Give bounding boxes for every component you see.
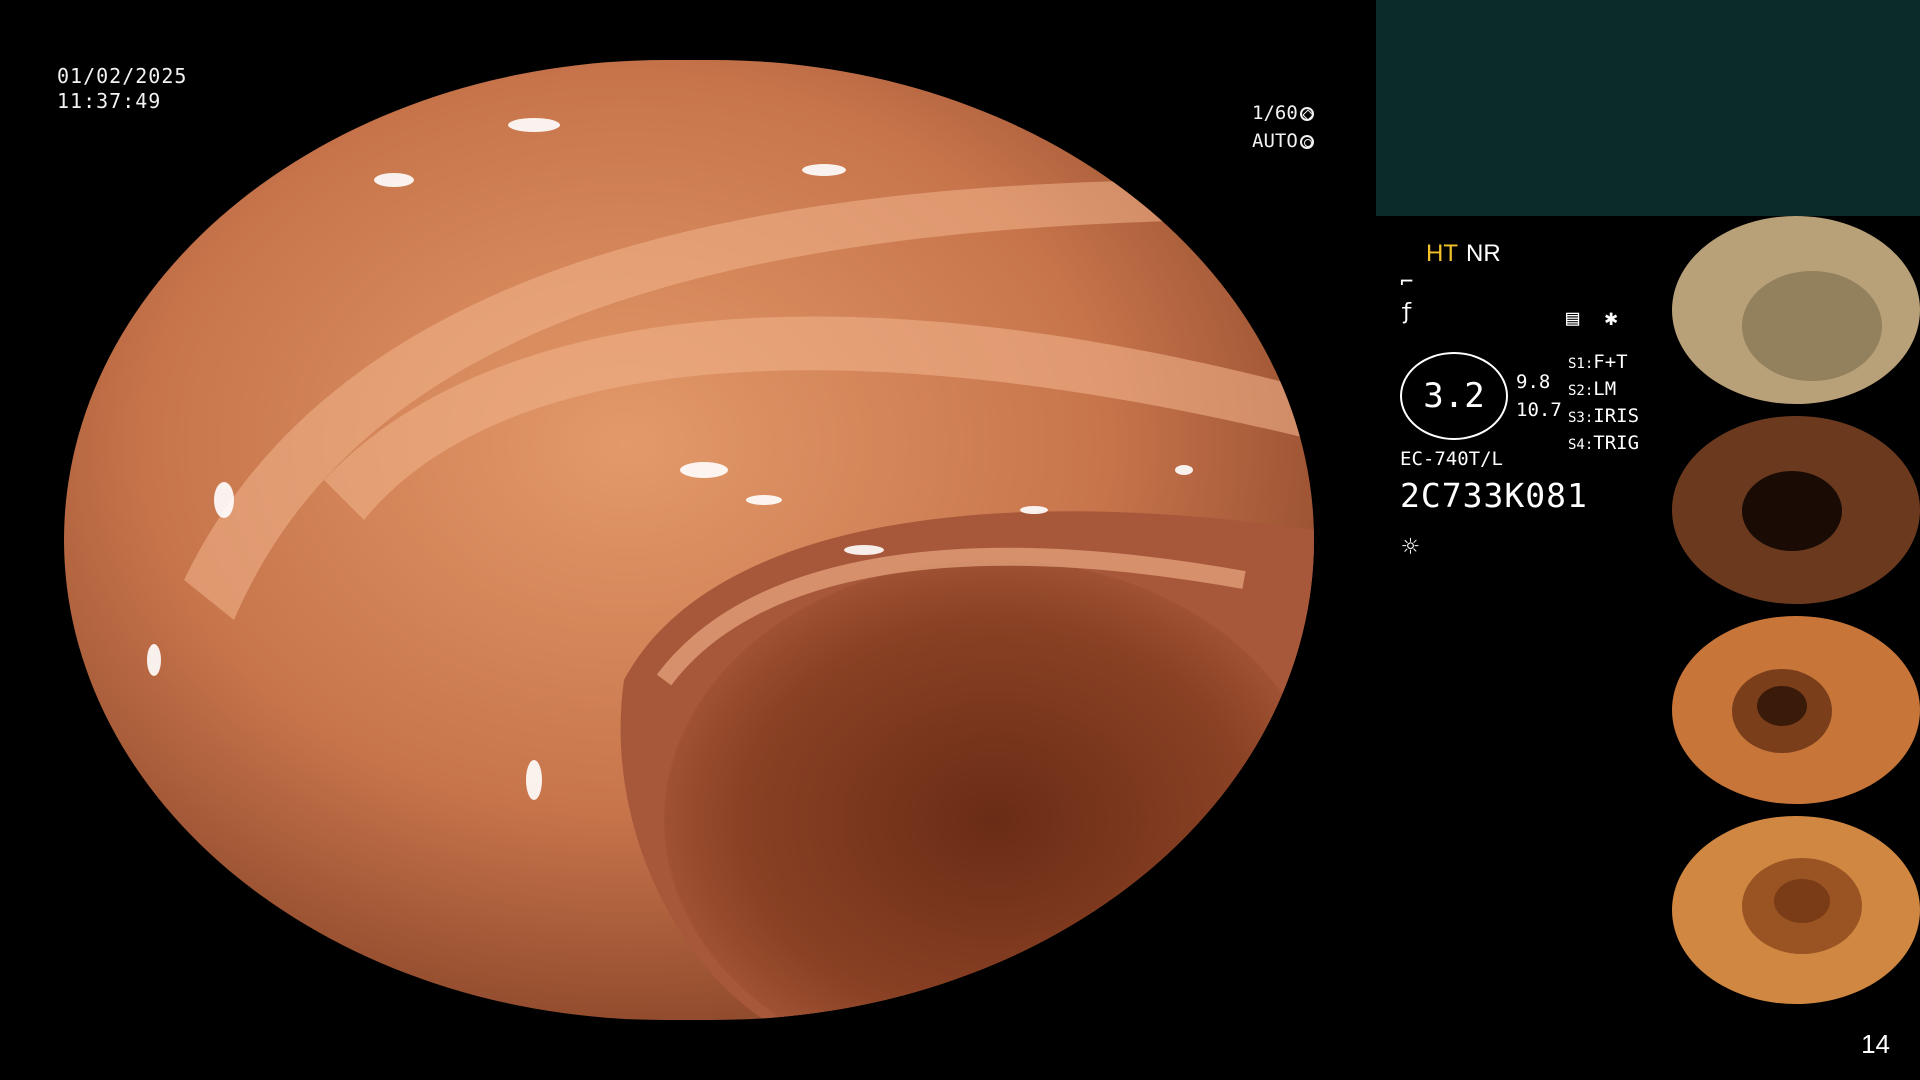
gauge: 3.2	[1400, 352, 1508, 440]
asterisk-icon: ✱	[1604, 306, 1618, 331]
side-value-2: 10.7	[1516, 399, 1562, 421]
gauge-value: 3.2	[1423, 376, 1485, 416]
settings-icons: ▤ ✱	[1566, 306, 1618, 331]
scope-serial: 2C733K081	[1400, 476, 1588, 515]
shutter-icon	[1299, 107, 1314, 121]
thumbnail-image	[1672, 816, 1920, 1004]
setting-row: S3:IRIS	[1568, 405, 1640, 427]
thumbnail-strip	[1672, 216, 1920, 1016]
endoscope-view	[64, 60, 1314, 1020]
mucosa-image	[64, 60, 1314, 1020]
iris-row: AUTO	[1252, 127, 1314, 155]
mode-nr: NR	[1466, 240, 1501, 267]
thumbnail-image	[1672, 216, 1920, 404]
light-icon: ☼	[1402, 530, 1419, 563]
date-text: 01/02/2025	[57, 64, 188, 88]
document-icon: ▤	[1566, 306, 1580, 331]
scope-model: EC-740T/L	[1400, 448, 1503, 470]
mode-row: HT NR	[1400, 240, 1660, 268]
thumbnail-4[interactable]	[1672, 816, 1920, 1004]
thumbnail-image	[1672, 616, 1920, 804]
datetime-overlay: 01/02/2025 11:37:49	[57, 64, 187, 114]
setting-row: S2:LM	[1568, 378, 1617, 400]
setting-row: S4:TRIG	[1568, 432, 1640, 454]
time-text: 11:37:49	[57, 89, 162, 113]
info-panel: HT NR ⌐ ƒ 3.2 9.8 10.7 ▤ ✱ S1:F+T S2:LM S…	[1400, 240, 1660, 563]
thumbnail-image	[1672, 416, 1920, 604]
thumbnail-2[interactable]	[1672, 416, 1920, 604]
shutter-text: 1/60	[1252, 102, 1298, 124]
iris-text: AUTO	[1252, 130, 1298, 152]
shutter-row: 1/60	[1252, 99, 1314, 127]
thumbnail-3[interactable]	[1672, 616, 1920, 804]
thumbnail-1[interactable]	[1672, 216, 1920, 404]
page-number: 14	[1861, 1029, 1890, 1059]
settings-list: S1:F+T S2:LM S3:IRIS S4:TRIG	[1568, 350, 1639, 458]
iris-icon	[1299, 135, 1314, 149]
teal-panel	[1376, 0, 1920, 216]
side-values: 9.8 10.7	[1516, 368, 1562, 424]
exposure-info: 1/60 AUTO	[1252, 99, 1314, 155]
setting-row: S1:F+T	[1568, 351, 1628, 373]
function-icon: ƒ	[1400, 300, 1414, 325]
enhancement-icon: ⌐	[1400, 270, 1414, 295]
mode-ht: HT	[1426, 240, 1458, 267]
side-value-1: 9.8	[1516, 371, 1551, 393]
